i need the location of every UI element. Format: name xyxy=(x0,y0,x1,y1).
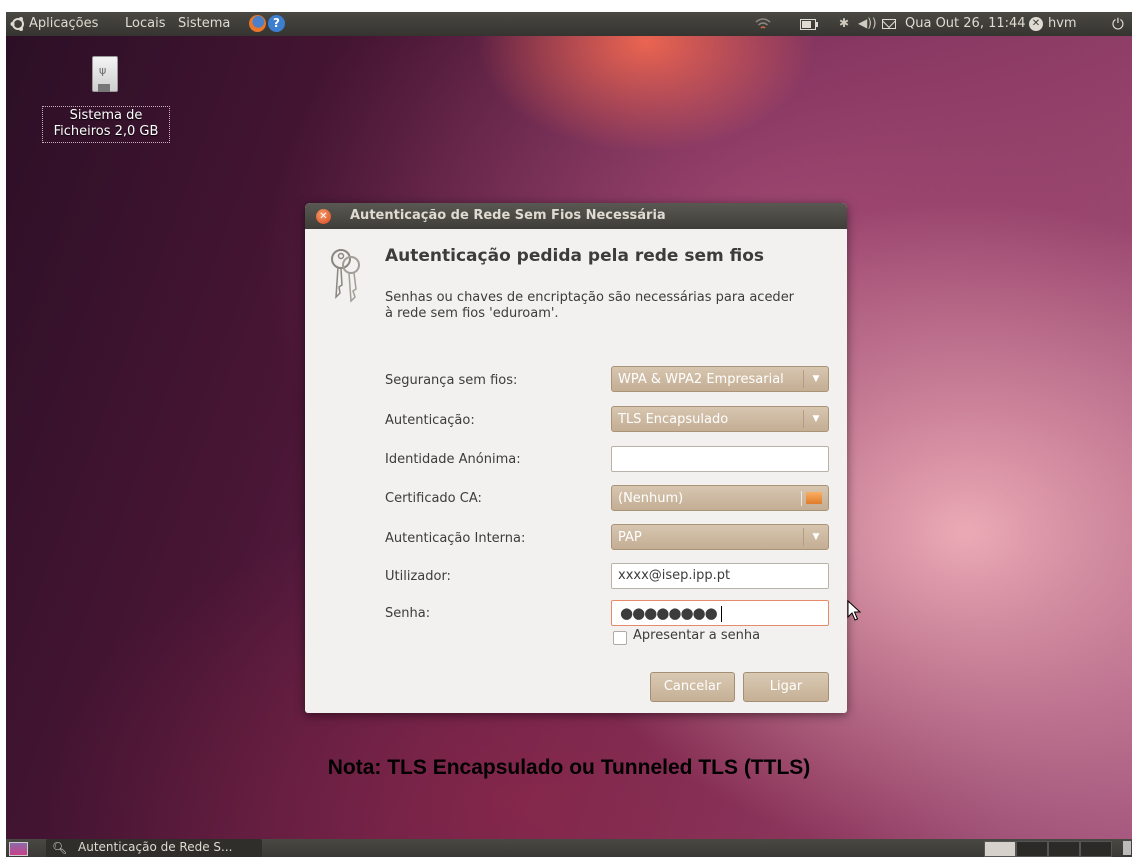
auth-label: Autenticação: xyxy=(385,413,475,428)
top-panel: Aplicações Locais Sistema ? ✱ ◀)) Qua Ou… xyxy=(6,12,1132,36)
drive-label-line2: Ficheiros 2,0 GB xyxy=(53,124,159,139)
inner-auth-select[interactable]: PAP ▼ xyxy=(611,524,829,550)
menu-applications[interactable]: Aplicações xyxy=(29,16,98,31)
volume-icon[interactable]: ◀)) xyxy=(858,16,877,30)
auth-value: TLS Encapsulado xyxy=(618,412,729,427)
user-input[interactable]: xxxx@isep.ipp.pt xyxy=(611,563,829,589)
ubuntu-logo-icon[interactable] xyxy=(10,16,26,32)
auth-select[interactable]: TLS Encapsulado ▼ xyxy=(611,406,829,432)
security-label: Segurança sem fios: xyxy=(385,373,518,388)
ca-cert-label: Certificado CA: xyxy=(385,491,482,506)
chevron-down-icon: ▼ xyxy=(803,370,828,388)
anon-identity-input[interactable] xyxy=(611,446,829,472)
keys-icon xyxy=(331,249,360,303)
user-name[interactable]: hvm xyxy=(1048,16,1077,31)
chooser-separator xyxy=(801,491,802,506)
close-icon[interactable]: ✕ xyxy=(316,209,331,224)
user-label: Utilizador: xyxy=(385,569,451,584)
drive-label-line1: Sistema de xyxy=(69,108,143,123)
workspace-1[interactable] xyxy=(984,841,1016,857)
inner-auth-value: PAP xyxy=(618,530,642,545)
ca-cert-chooser[interactable]: (Nenhum) xyxy=(611,485,829,511)
keys-icon: 🔍︎ xyxy=(52,841,68,855)
desktop-screen: Aplicações Locais Sistema ? ✱ ◀)) Qua Ou… xyxy=(6,12,1132,857)
firefox-icon[interactable] xyxy=(249,15,266,32)
password-label: Senha: xyxy=(385,606,431,621)
dialog-description: Senhas ou chaves de encriptação são nece… xyxy=(385,290,795,321)
note-caption: Nota: TLS Encapsulado ou Tunneled TLS (T… xyxy=(327,756,811,779)
taskbar-item-label: Autenticação de Rede S... xyxy=(78,840,233,854)
password-value: ●●●●●●●● xyxy=(620,604,718,622)
drive-label[interactable]: Sistema de Ficheiros 2,0 GB xyxy=(42,106,170,143)
menu-system[interactable]: Sistema xyxy=(178,16,230,31)
cancel-button[interactable]: Cancelar xyxy=(650,672,735,702)
help-icon[interactable]: ? xyxy=(268,15,285,32)
battery-icon[interactable] xyxy=(800,19,818,30)
show-desktop-icon[interactable] xyxy=(9,842,28,856)
security-select[interactable]: WPA & WPA2 Empresarial ▼ xyxy=(611,366,829,392)
dialog-title: Autenticação de Rede Sem Fios Necessária xyxy=(350,208,666,223)
trash-icon[interactable] xyxy=(1123,841,1131,855)
inner-auth-label: Autenticação Interna: xyxy=(385,531,526,546)
user-value: xxxx@isep.ipp.pt xyxy=(618,568,731,583)
dialog-heading: Autenticação pedida pela rede sem fios xyxy=(385,246,765,266)
connect-button[interactable]: Ligar xyxy=(743,672,829,702)
mail-icon[interactable] xyxy=(882,19,896,29)
power-icon[interactable]: ⏻ xyxy=(1112,15,1124,33)
user-icon[interactable]: ✕ xyxy=(1029,17,1043,31)
text-caret xyxy=(721,606,722,622)
ca-cert-value: (Nenhum) xyxy=(618,491,684,506)
bluetooth-icon[interactable]: ✱ xyxy=(839,16,849,30)
show-password-checkbox[interactable] xyxy=(613,631,627,645)
chevron-down-icon: ▼ xyxy=(803,410,828,428)
password-input[interactable]: ●●●●●●●● xyxy=(611,600,829,626)
workspace-2[interactable] xyxy=(1016,841,1048,857)
taskbar-item-auth-dialog[interactable]: 🔍︎ Autenticação de Rede S... xyxy=(46,839,262,857)
bottom-panel: 🔍︎ Autenticação de Rede S... xyxy=(6,839,1132,857)
security-value: WPA & WPA2 Empresarial xyxy=(618,372,784,387)
mouse-pointer-icon xyxy=(847,600,861,621)
usb-drive-icon[interactable]: ψ xyxy=(92,56,118,92)
folder-icon xyxy=(806,492,822,504)
network-icon[interactable] xyxy=(754,17,772,31)
clock[interactable]: Qua Out 26, 11:44 xyxy=(905,16,1026,31)
workspace-3[interactable] xyxy=(1048,841,1080,857)
menu-places[interactable]: Locais xyxy=(125,16,165,31)
chevron-down-icon: ▼ xyxy=(803,528,828,546)
anon-identity-label: Identidade Anónima: xyxy=(385,452,521,467)
show-password-label[interactable]: Apresentar a senha xyxy=(633,628,760,643)
workspace-4[interactable] xyxy=(1080,841,1112,857)
wireless-auth-dialog: ✕ Autenticação de Rede Sem Fios Necessár… xyxy=(305,203,847,713)
dialog-titlebar[interactable]: ✕ Autenticação de Rede Sem Fios Necessár… xyxy=(305,203,847,229)
